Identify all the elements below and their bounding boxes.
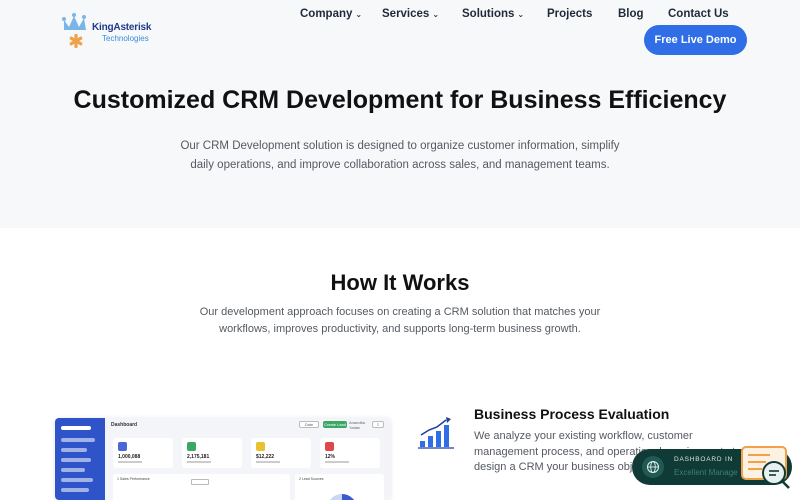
dashboard-sidebar-item bbox=[61, 438, 95, 442]
chat-support-icon[interactable] bbox=[740, 444, 792, 490]
dashboard-sidebar-item bbox=[61, 478, 93, 482]
dashboard-menu-icon: ≡ bbox=[372, 421, 384, 428]
nav-blog-label: Blog bbox=[618, 8, 644, 20]
how-it-works-description: Our development approach focuses on crea… bbox=[199, 306, 601, 335]
dashboard-sidebar-item bbox=[61, 458, 91, 462]
feature-title: Business Process Evaluation bbox=[474, 406, 670, 422]
nav-projects-label: Projects bbox=[547, 8, 593, 20]
hero-description: Our CRM Development solution is designed… bbox=[180, 140, 620, 171]
stat-card-icon bbox=[187, 442, 196, 451]
how-it-works-title: How It Works bbox=[330, 270, 470, 295]
dashboard-sidebar-item bbox=[61, 468, 85, 472]
stat-card-label bbox=[325, 461, 349, 463]
dashboard-stat-card: 12% bbox=[320, 438, 380, 468]
stat-card-label bbox=[118, 461, 142, 463]
dashboard-stat-card: 1,000,088 bbox=[113, 438, 173, 468]
dashboard-preview-image: Dashboard Date Create Lead Anandita Yada… bbox=[55, 418, 390, 500]
sales-panel-filter bbox=[191, 479, 209, 485]
nav-services[interactable]: Services ⌄ bbox=[382, 8, 439, 20]
dashboard-create-lead-button: Create Lead bbox=[323, 421, 347, 428]
stat-card-label bbox=[256, 461, 280, 463]
stat-card-icon bbox=[118, 442, 127, 451]
chevron-down-icon: ⌄ bbox=[432, 9, 440, 19]
leads-panel-title: 2 Lead Sources bbox=[299, 477, 324, 481]
stat-card-value: 12% bbox=[325, 454, 336, 460]
nav-solutions-label: Solutions bbox=[462, 8, 515, 20]
nav-company-label: Company bbox=[300, 8, 353, 20]
nav-solutions[interactable]: Solutions ⌄ bbox=[462, 8, 524, 20]
nav-services-label: Services bbox=[382, 8, 430, 20]
chevron-down-icon: ⌄ bbox=[517, 9, 525, 19]
globe-icon bbox=[642, 456, 664, 478]
growth-chart-icon bbox=[418, 417, 454, 449]
stat-card-value: 2,175,181 bbox=[187, 454, 210, 460]
dashboard-leads-panel: 2 Lead Sources bbox=[295, 474, 384, 500]
site-logo[interactable]: KingAsterisk Technologies bbox=[60, 10, 170, 50]
dashboard-stat-card: 2,175,181 bbox=[182, 438, 242, 468]
nav-blog[interactable]: Blog bbox=[618, 8, 644, 20]
nav-contact-label: Contact Us bbox=[668, 8, 729, 20]
logo-brand-text: KingAsterisk bbox=[92, 22, 152, 33]
stat-card-label bbox=[187, 461, 211, 463]
stat-card-icon bbox=[325, 442, 334, 451]
widget-subtext: Excellent Manage bbox=[674, 468, 738, 477]
lead-sources-pie-icon bbox=[327, 494, 357, 500]
dashboard-sidebar-item bbox=[61, 448, 87, 452]
dashboard-stat-card: $12,222 bbox=[251, 438, 311, 468]
nav-company[interactable]: Company ⌄ bbox=[300, 8, 362, 20]
dashboard-sidebar bbox=[55, 418, 105, 500]
dashboard-sidebar-logo bbox=[61, 426, 91, 430]
dashboard-title: Dashboard bbox=[111, 422, 138, 428]
hero-title: Customized CRM Development for Business … bbox=[73, 86, 727, 114]
stat-card-icon bbox=[256, 442, 265, 451]
stat-card-value: $12,222 bbox=[256, 454, 275, 460]
widget-heading: DASHBOARD IN bbox=[674, 456, 734, 463]
nav-contact-us[interactable]: Contact Us bbox=[668, 8, 729, 20]
dashboard-user-name: Anandita Yadav bbox=[349, 419, 365, 430]
dashboard-date-control: Date bbox=[299, 421, 319, 428]
sales-panel-title: 1 Sales Performance bbox=[117, 477, 150, 481]
dashboard-sidebar-item bbox=[61, 488, 89, 492]
dashboard-sales-panel: 1 Sales Performance bbox=[113, 474, 290, 500]
chevron-down-icon: ⌄ bbox=[355, 9, 363, 19]
logo-subtitle: Technologies bbox=[102, 34, 149, 43]
nav-projects[interactable]: Projects bbox=[547, 8, 592, 20]
free-live-demo-button[interactable]: Free Live Demo bbox=[644, 25, 747, 55]
stat-card-value: 1,000,088 bbox=[118, 454, 141, 460]
